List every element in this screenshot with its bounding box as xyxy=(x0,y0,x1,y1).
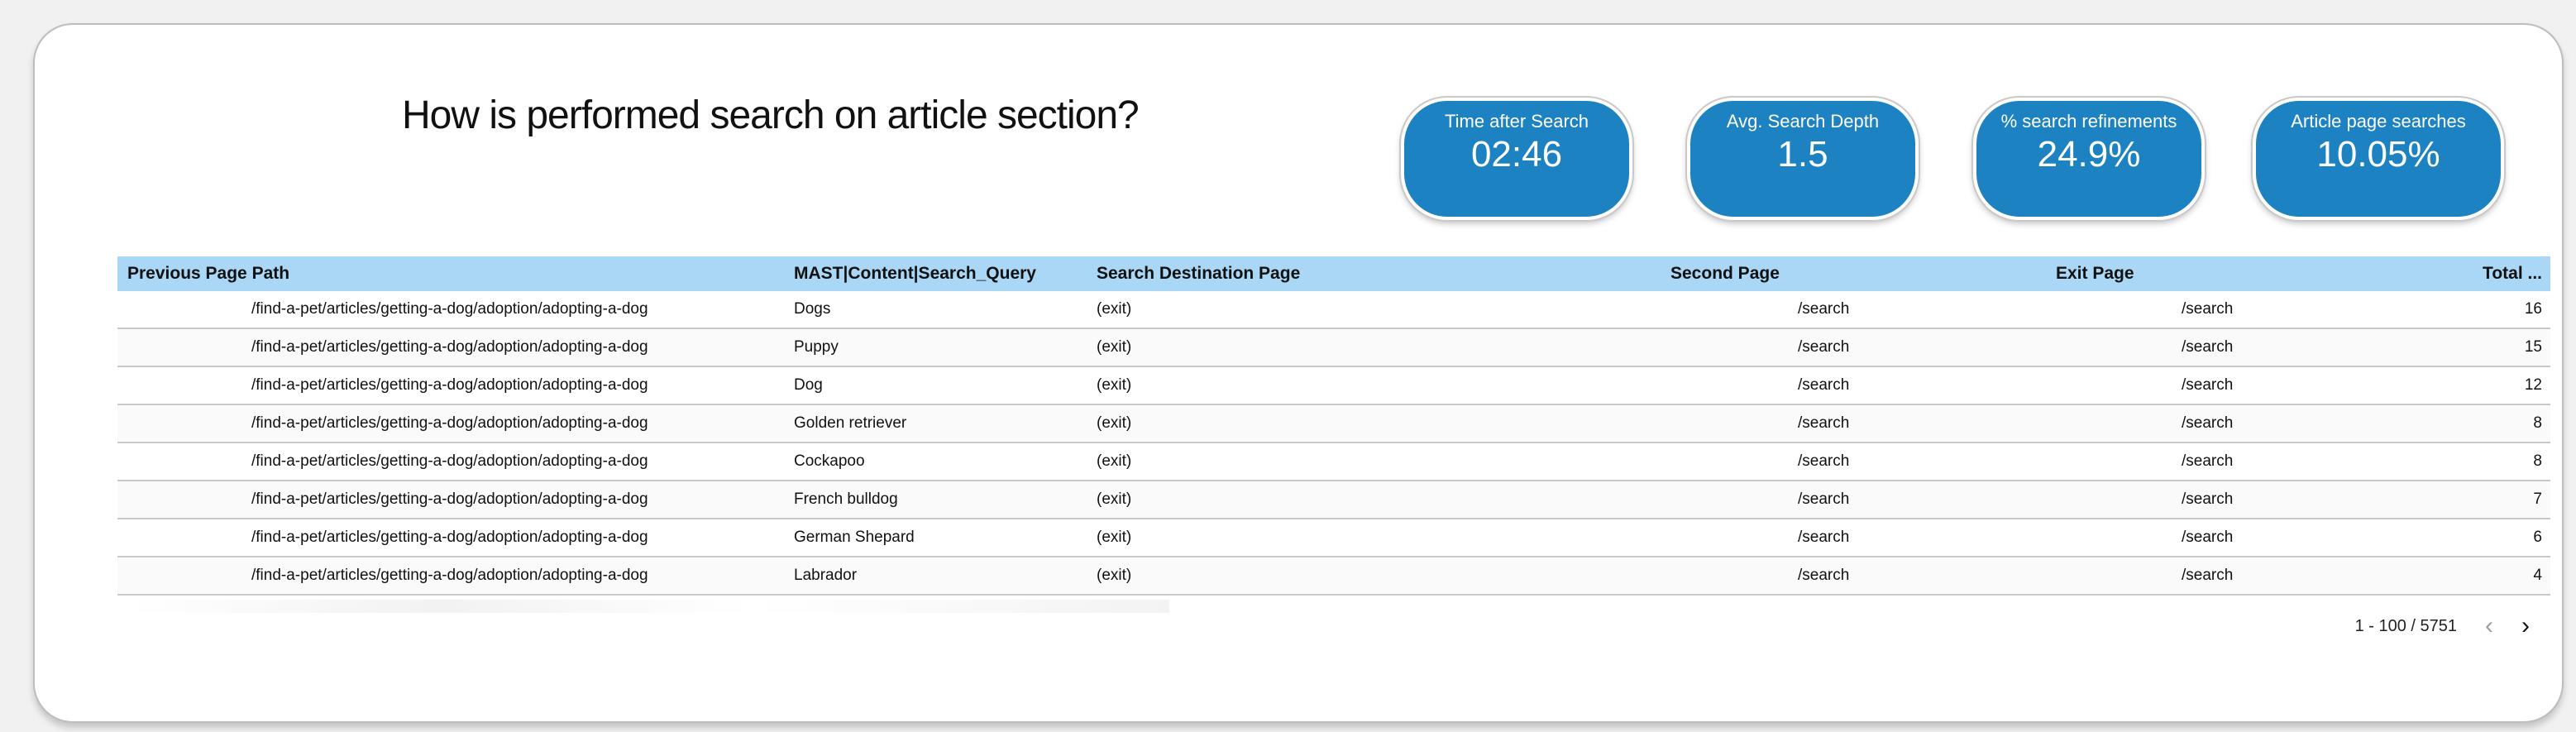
cell-search-query: Dogs xyxy=(794,300,831,318)
cell-second-page: /search xyxy=(1798,338,1850,356)
kpi-label: Time after Search xyxy=(1444,111,1589,132)
cell-search-destination: (exit) xyxy=(1097,338,1132,356)
cell-total: 6 xyxy=(2533,529,2542,546)
page-title: How is performed search on article secti… xyxy=(402,93,1140,137)
cell-exit-page: /search xyxy=(2182,376,2234,394)
kpi-avg-search-depth[interactable]: Avg. Search Depth 1.5 xyxy=(1687,98,1919,220)
cell-previous-page-path: /find-a-pet/articles/getting-a-dog/adopt… xyxy=(251,567,648,584)
cell-search-query: Puppy xyxy=(794,338,839,356)
cell-total: 12 xyxy=(2524,376,2542,394)
cell-total: 8 xyxy=(2533,452,2542,470)
cell-search-destination: (exit) xyxy=(1097,414,1132,432)
kpi-value: 1.5 xyxy=(1777,134,1828,175)
kpi-time-after-search[interactable]: Time after Search 02:46 xyxy=(1401,98,1632,220)
pagination: 1 - 100 / 5751 ‹ › xyxy=(2355,614,2530,639)
table-header: Previous Page Path MAST|Content|Search_Q… xyxy=(117,256,2550,291)
search-paths-table: Previous Page Path MAST|Content|Search_Q… xyxy=(117,256,2550,617)
column-header-second-page[interactable]: Second Page xyxy=(1670,264,1780,284)
cell-second-page: /search xyxy=(1798,376,1850,394)
cell-search-destination: (exit) xyxy=(1097,567,1132,584)
table-row[interactable]: /find-a-pet/articles/getting-a-dog/adopt… xyxy=(117,291,2550,329)
cell-total: 7 xyxy=(2533,490,2542,508)
cell-total: 15 xyxy=(2524,338,2542,356)
table-row[interactable]: /find-a-pet/articles/getting-a-dog/adopt… xyxy=(117,443,2550,481)
chevron-left-icon[interactable]: ‹ xyxy=(2485,614,2493,639)
cell-total: 8 xyxy=(2533,414,2542,432)
cell-search-query: German Shepard xyxy=(794,529,915,546)
kpi-label: Article page searches xyxy=(2291,111,2466,132)
cell-previous-page-path: /find-a-pet/articles/getting-a-dog/adopt… xyxy=(251,338,648,356)
column-header-previous-page-path[interactable]: Previous Page Path xyxy=(127,264,289,284)
table-row[interactable]: /find-a-pet/articles/getting-a-dog/adopt… xyxy=(117,481,2550,519)
redacted-cell xyxy=(127,597,1169,615)
cell-previous-page-path: /find-a-pet/articles/getting-a-dog/adopt… xyxy=(251,452,648,470)
kpi-label: Avg. Search Depth xyxy=(1726,111,1880,132)
cell-search-query: French bulldog xyxy=(794,490,898,508)
table-row[interactable]: /find-a-pet/articles/getting-a-dog/adopt… xyxy=(117,405,2550,443)
column-header-search-destination[interactable]: Search Destination Page xyxy=(1097,264,1300,284)
cell-second-page: /search xyxy=(1798,300,1850,318)
cell-exit-page: /search xyxy=(2182,567,2234,584)
cell-second-page: /search xyxy=(1798,490,1850,508)
cell-exit-page: /search xyxy=(2182,414,2234,432)
cell-exit-page: /search xyxy=(2182,490,2234,508)
kpi-search-refinements[interactable]: % search refinements 24.9% xyxy=(1973,98,2205,220)
table-row-partial xyxy=(117,596,2550,617)
cell-search-query: Cockapoo xyxy=(794,452,865,470)
cell-exit-page: /search xyxy=(2182,338,2234,356)
pagination-range: 1 - 100 / 5751 xyxy=(2354,616,2457,635)
cell-search-query: Golden retriever xyxy=(794,414,907,432)
cell-second-page: /search xyxy=(1798,567,1850,584)
kpi-article-page-searches[interactable]: Article page searches 10.05% xyxy=(2253,98,2504,220)
cell-search-query: Labrador xyxy=(794,567,858,584)
column-header-exit-page[interactable]: Exit Page xyxy=(2056,264,2134,284)
kpi-value: 24.9% xyxy=(2037,134,2141,175)
cell-exit-page: /search xyxy=(2182,300,2234,318)
cell-search-query: Dog xyxy=(794,376,823,394)
cell-second-page: /search xyxy=(1798,452,1850,470)
table-row[interactable]: /find-a-pet/articles/getting-a-dog/adopt… xyxy=(117,519,2550,557)
column-header-total[interactable]: Total ... xyxy=(2483,264,2542,284)
table-body: /find-a-pet/articles/getting-a-dog/adopt… xyxy=(117,291,2550,596)
kpi-value: 02:46 xyxy=(1470,134,1563,175)
table-row[interactable]: /find-a-pet/articles/getting-a-dog/adopt… xyxy=(117,329,2550,367)
cell-search-destination: (exit) xyxy=(1097,376,1132,394)
cell-search-destination: (exit) xyxy=(1097,452,1132,470)
cell-search-destination: (exit) xyxy=(1097,300,1132,318)
cell-previous-page-path: /find-a-pet/articles/getting-a-dog/adopt… xyxy=(251,414,648,432)
column-header-search-query[interactable]: MAST|Content|Search_Query xyxy=(794,264,1036,284)
kpi-label: % search refinements xyxy=(2000,111,2177,132)
cell-previous-page-path: /find-a-pet/articles/getting-a-dog/adopt… xyxy=(251,529,648,546)
cell-previous-page-path: /find-a-pet/articles/getting-a-dog/adopt… xyxy=(251,300,648,318)
cell-previous-page-path: /find-a-pet/articles/getting-a-dog/adopt… xyxy=(251,490,648,508)
cell-exit-page: /search xyxy=(2182,452,2234,470)
table-row[interactable]: /find-a-pet/articles/getting-a-dog/adopt… xyxy=(117,367,2550,405)
chevron-right-icon[interactable]: › xyxy=(2521,614,2530,639)
cell-exit-page: /search xyxy=(2182,529,2234,546)
cell-search-destination: (exit) xyxy=(1097,529,1132,546)
cell-second-page: /search xyxy=(1798,529,1850,546)
cell-search-destination: (exit) xyxy=(1097,490,1132,508)
kpi-value: 10.05% xyxy=(2316,134,2440,175)
cell-previous-page-path: /find-a-pet/articles/getting-a-dog/adopt… xyxy=(251,376,648,394)
table-row[interactable]: /find-a-pet/articles/getting-a-dog/adopt… xyxy=(117,557,2550,596)
cell-total: 16 xyxy=(2524,300,2542,318)
cell-total: 4 xyxy=(2533,567,2542,584)
cell-second-page: /search xyxy=(1798,414,1850,432)
